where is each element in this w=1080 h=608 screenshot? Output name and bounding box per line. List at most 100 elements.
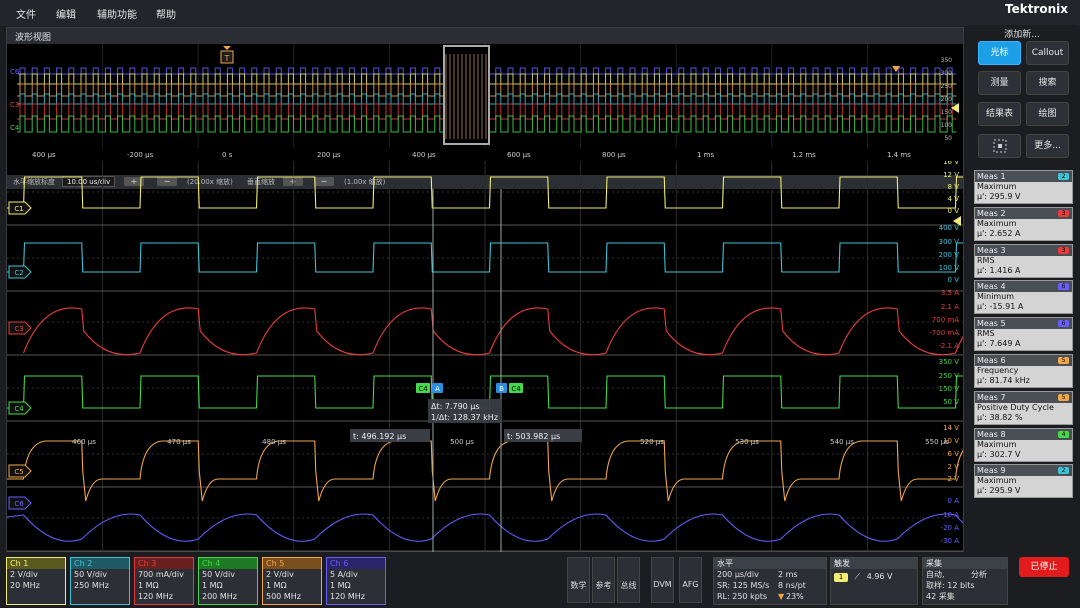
tektronix-logo: Tektronix [1004,2,1068,16]
svg-text:C4: C4 [511,385,521,393]
overview-time-label: -200 μs [127,151,154,159]
overview-waveform[interactable]: T C6 C3 C4 400 μs -200 μs 0 s 200 μs 400 μs 6… [7,44,963,174]
channel-5-badge[interactable]: Ch 52 V/div 1 MΩ 500 MHz [262,557,322,605]
overview-scale-label: 100 [941,122,953,129]
cursor-button[interactable]: 光标 [978,41,1021,65]
c3-scale-label: 3.5 A [941,289,959,297]
c2-marker[interactable]: C2 [8,265,32,279]
c1-scale-label: 0 V [948,207,960,215]
channel-1-badge[interactable]: Ch 12 V/div 20 MHz [6,557,66,605]
c5-scale-label: 2 V [948,463,960,471]
waveform-view: 波形视图 T C6 C3 C4 400 μs -200 μs 0 s 200 μs 40… [6,27,964,552]
overview-time-label: 200 μs [317,151,341,159]
channel-3-badge[interactable]: Ch 3 700 mA/div 1 MΩ 120 MHz [134,557,194,605]
cursor-a-time: t: 496.192 μs [353,432,406,441]
overview-time-label: 1.4 ms [887,151,911,159]
channel-scale: 50 V/div [202,570,235,579]
more-button[interactable]: 更多... [1026,134,1069,158]
channel-bandwidth: 250 MHz [74,581,109,590]
c4-scale-label: 50 V [943,398,959,406]
ref-button[interactable]: 参考 [592,557,615,603]
trigger-level: 4.96 V [866,572,893,581]
sample-rate: SR: 125 MS/s [717,581,770,590]
svg-text:C2: C2 [14,269,23,277]
svg-text:C4: C4 [418,385,428,393]
channel-bandwidth: 20 MHz [10,581,40,590]
measurement-badge[interactable]: Meas 7 5 Positive Duty Cycle μ': 38.82 % [974,390,1073,425]
channel-6-badge[interactable]: Ch 65 A/div 1 MΩ 120 MHz [326,557,386,605]
measurement-badge[interactable]: Meas 5 6 RMS μ': 7.649 A [974,317,1073,352]
menu-file[interactable]: 文件 [16,6,36,21]
cursor-b-time: t: 503.982 μs [507,432,560,441]
c4-scale-label: 350 V [939,358,960,366]
svg-text:C6: C6 [14,500,24,508]
measurement-badge[interactable]: Meas 3 3 RMS μ': 1.416 A [974,243,1073,278]
measurement-badge[interactable]: Meas 6 5 Frequency μ': 81.74 kHz [974,354,1073,388]
select-region-icon [993,139,1006,153]
trigger-settings[interactable]: 触发 1 ⟋ 4.96 V [830,557,918,605]
measurement-value: μ': 295.9 V [977,486,1021,496]
zoomed-waveform-area[interactable]: 16 V 12 V 8 V 4 V 0 V 400 V 300 V 200 V 100 V 0 V… [7,161,963,552]
measurement-channel-badge: 4 [1058,430,1069,438]
overview-time-label: 400 μs [32,151,56,159]
measurement-badge[interactable]: Meas 2 3 Maximum μ': 2.652 A [974,206,1073,241]
measurement-badge[interactable]: Meas 8 4 Maximum μ': 302.7 V [974,427,1073,462]
h-scale: 200 μs/div [717,570,759,579]
horizontal-settings[interactable]: 水平 200 μs/div 2 ms SR: 125 MS/s 8 ns/pt RL… [713,557,827,605]
menu-edit[interactable]: 编辑 [56,6,76,21]
c5-scale-label: 14 V [943,424,959,432]
acquire-bits: 取样: 12 bits [926,581,975,590]
measure-button[interactable]: 测量 [978,71,1021,95]
channel-impedance: 1 MΩ [330,581,351,590]
c3-scale-label: 2.1 A [941,303,959,311]
c4-time-label: 460 μs [72,438,96,446]
measurement-type: Minimum [977,292,1015,302]
c6-marker[interactable]: C6 [8,496,32,510]
search-button[interactable]: 搜索 [1026,71,1069,95]
measurement-channel-badge: 3 [1058,246,1069,254]
add-new-label: 添加新... [1004,30,1040,40]
channel-bandwidth: 200 MHz [202,592,237,601]
acquisition-settings[interactable]: 采集 自动, 分析 取样: 12 bits 42 采集 [922,557,1008,605]
menu-utility[interactable]: 辅助功能 [97,6,137,21]
dvm-button[interactable]: DVM [651,557,674,603]
c1-marker[interactable]: C1 [8,201,32,215]
overview-time-label: 400 μs [412,151,436,159]
overview-scale-label: 250 [941,83,953,90]
bus-button[interactable]: 总线 [617,557,640,603]
overview-scale-label: 150 [941,109,953,116]
channel-impedance: 1 MΩ [266,581,287,590]
acquire-title: 采集 [923,558,1007,569]
c2-scale-label: 0 V [948,276,960,284]
run-stop-button[interactable]: 已停止 [1019,557,1069,577]
cursor-inv-delta-t: 1/Δt: 128.37 kHz [431,413,498,422]
plot-button[interactable]: 绘图 [1026,102,1069,126]
overview-c4-marker: C4 [10,124,20,132]
measurement-value: μ': 1.416 A [977,265,1021,275]
afg-button[interactable]: AFG [679,557,702,603]
overview-time-label: 0 s [222,151,233,159]
c4-marker[interactable]: C4 [8,401,32,415]
channel-2-badge[interactable]: Ch 2 50 V/div 250 MHz [70,557,130,605]
channel-bandwidth: 500 MHz [266,592,301,601]
channel-4-badge[interactable]: Ch 4 50 V/div 1 MΩ 200 MHz [198,557,258,605]
callout-button[interactable]: Callout [1026,41,1069,65]
c5-marker[interactable]: C5 [8,464,32,478]
c4-time-label: 550 μs [925,438,949,446]
results-table-button[interactable]: 结果表 [978,102,1021,126]
measurement-badge[interactable]: Meas 4 6 Minimum μ': -15.91 A [974,280,1073,315]
svg-text:C1: C1 [14,205,23,213]
cursor-delta-t: Δt: 7.790 μs [431,402,480,411]
c3-marker[interactable]: C3 [8,321,32,335]
screen-select-button[interactable] [978,134,1021,158]
measurement-badge[interactable]: Meas 9 2 Maximum μ': 295.9 V [974,464,1073,499]
menu-help[interactable]: 帮助 [156,6,176,21]
measurement-channel-badge: 2 [1058,173,1069,180]
measurement-badge[interactable]: Meas 1 2 Maximum μ': 295.9 V [974,170,1073,204]
overview-c3-marker: C3 [10,101,19,109]
channel-scale: 2 V/div [266,570,294,579]
math-button[interactable]: 数学 [567,557,590,603]
waveform-view-title: 波形视图 [7,28,963,44]
c3-scale-label: 700 mA [932,316,959,324]
bottom-settings-bar: Ch 12 V/div 20 MHz Ch 2 50 V/div 250 MHz Ch 3… [0,554,1080,608]
